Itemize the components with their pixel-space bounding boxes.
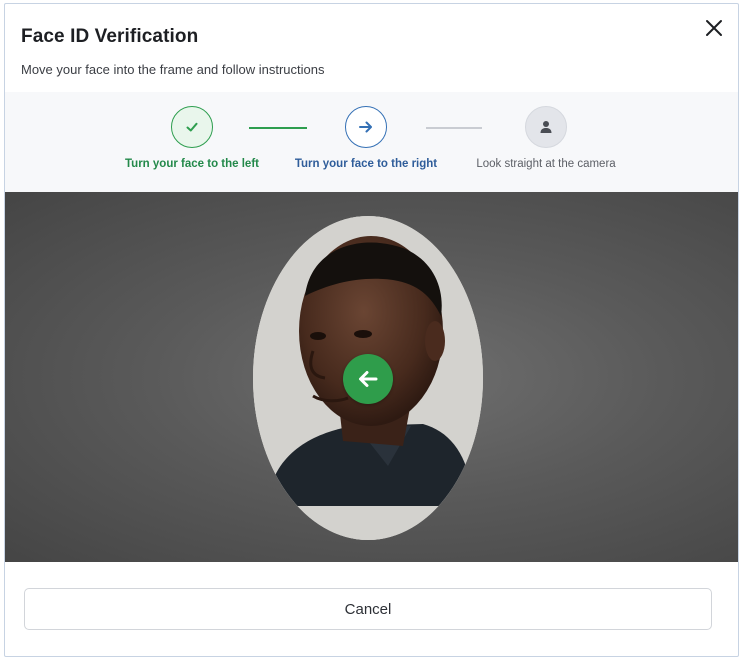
close-button[interactable] — [700, 14, 728, 42]
step-turn-right: Turn your face to the right — [281, 106, 451, 170]
step-pending-indicator — [525, 106, 567, 148]
cancel-button[interactable]: Cancel — [24, 588, 712, 630]
step-label: Turn your face to the right — [294, 158, 438, 170]
step-active-indicator — [345, 106, 387, 148]
step-turn-left: Turn your face to the left — [107, 106, 277, 170]
person-icon — [540, 121, 552, 133]
step-look-straight: Look straight at the camera — [461, 106, 631, 170]
step-label: Turn your face to the left — [125, 158, 259, 170]
dialog-subtitle: Move your face into the frame and follow… — [21, 62, 325, 77]
check-icon — [186, 122, 198, 132]
step-label: Look straight at the camera — [476, 158, 616, 170]
face-id-dialog: Face ID Verification Move your face into… — [4, 3, 739, 657]
camera-feed — [5, 192, 738, 562]
step-progress: Turn your face to the left Turn your fac… — [5, 92, 738, 192]
arrow-right-icon — [359, 121, 372, 133]
arrow-left-icon — [359, 371, 378, 387]
direction-indicator — [343, 354, 393, 404]
dialog-title: Face ID Verification — [21, 26, 199, 47]
close-icon — [706, 20, 722, 36]
step-completed-indicator — [171, 106, 213, 148]
